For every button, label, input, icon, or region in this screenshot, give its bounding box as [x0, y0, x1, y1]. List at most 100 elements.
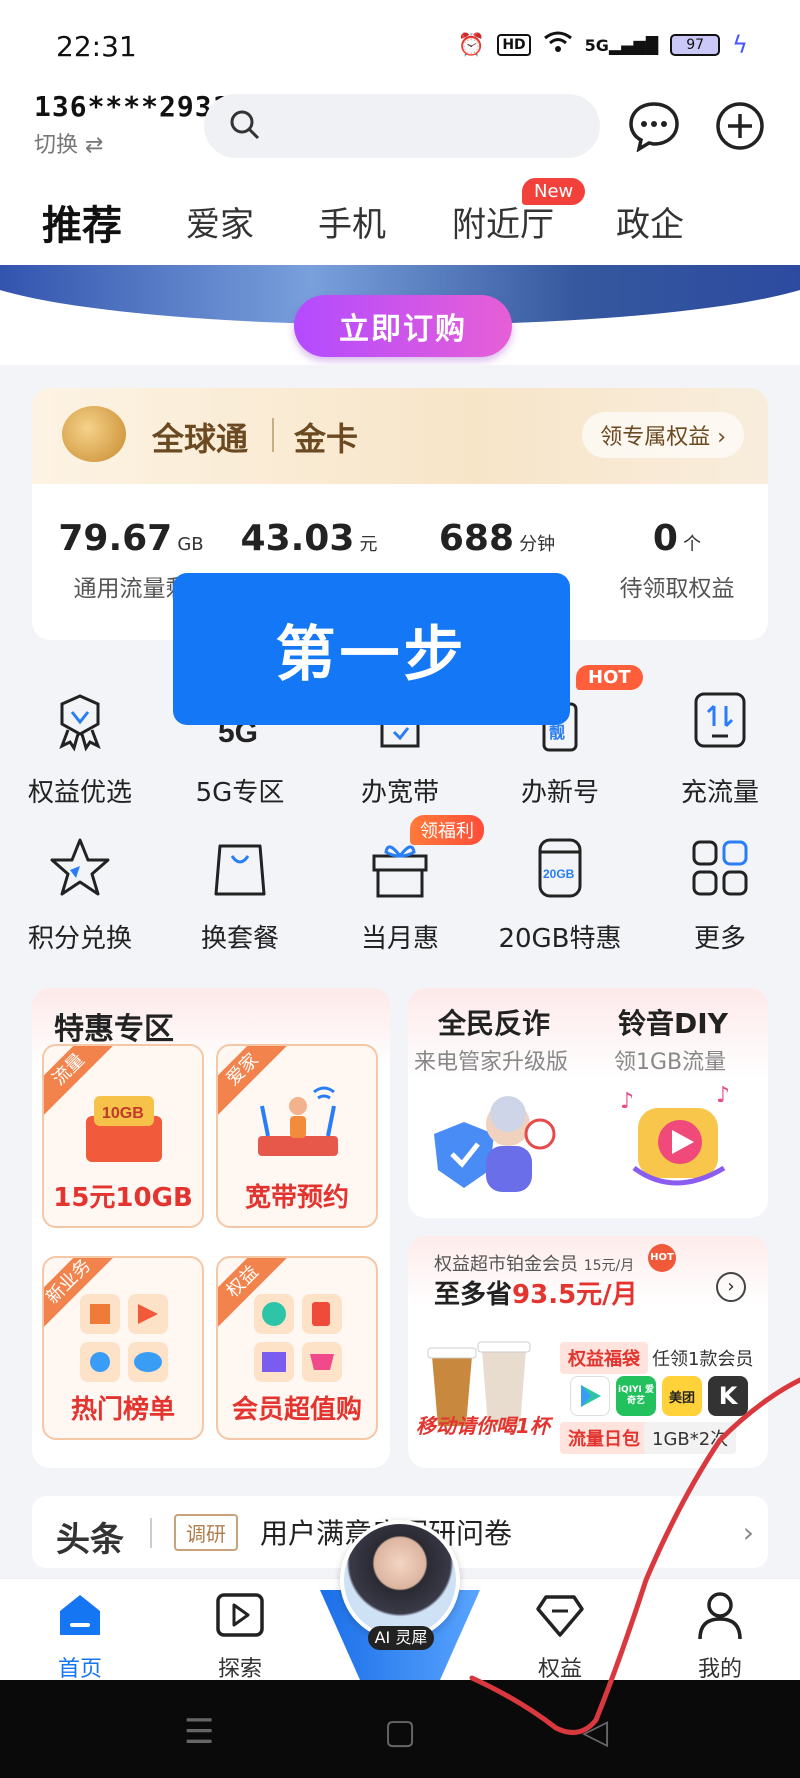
grid-item-label: 办新号 [520, 778, 599, 808]
new-badge: New [522, 178, 586, 205]
grid-item-label: 充流量 [680, 778, 759, 808]
promo-banner[interactable]: 立即订购 [0, 265, 800, 365]
svg-text:靓: 靓 [549, 723, 565, 742]
stat-unit: GB [177, 534, 204, 555]
menu-icon[interactable]: ☰ [184, 1712, 214, 1752]
membership-savings: 至多省93.5元/月 [434, 1280, 638, 1310]
service-grid-icon [254, 1294, 342, 1382]
account-switcher[interactable]: 136****2931 切换 ⇄ [34, 90, 230, 159]
nav-explore[interactable]: 探索 [180, 1589, 300, 1683]
buy-now-button[interactable]: 立即订购 [294, 295, 512, 357]
nav-home[interactable]: 首页 [20, 1589, 140, 1683]
star-icon [50, 838, 110, 896]
benefit-badge: 领福利 [410, 815, 484, 845]
membership-market-card[interactable]: 权益超市铂金会员 15元/月 至多省93.5元/月 HOT › 移动请你喝1杯 … [408, 1236, 768, 1468]
tile-label: 15元10GB [53, 1183, 193, 1213]
play-app-icon [570, 1376, 610, 1416]
step-overlay: 第一步 [173, 573, 570, 725]
20gb-can-icon: 20GB [538, 838, 582, 898]
arrow-right-icon[interactable]: › [716, 1272, 746, 1302]
user-icon [698, 1592, 742, 1640]
grid-item-perks[interactable]: 权益优选 [0, 690, 160, 809]
status-time: 22:31 [56, 30, 137, 63]
alarm-icon: ⏰ [457, 32, 486, 58]
signal-icon: 5G▂▄▆█ [584, 35, 659, 55]
nav-me[interactable]: 我的 [660, 1589, 780, 1683]
account-number: 136****2931 [34, 90, 231, 123]
perk-bag-text: 任领1款会员 [652, 1349, 754, 1370]
stat-value: 79.67 [58, 518, 173, 559]
gift-icon [372, 845, 428, 898]
offer-tile-data[interactable]: 流量 10GB 15元10GB [42, 1044, 204, 1228]
app-grid-icon [80, 1294, 168, 1382]
hot-badge: HOT [576, 665, 643, 690]
membership-caption: 权益超市铂金会员 15元/月 [434, 1254, 635, 1275]
ringtone-illustration-icon: ♪ ♪ [620, 1083, 730, 1186]
system-nav-bar: ☰ ▢ ◁ [0, 1680, 800, 1778]
grid-item-label: 20GB特惠 [498, 924, 622, 954]
grid-item-monthly-deal[interactable]: 当月惠 [320, 836, 480, 955]
grid-item-label: 5G专区 [195, 778, 285, 808]
add-icon[interactable] [714, 100, 766, 152]
offer-tile-membership[interactable]: 权益 会员超值购 [216, 1256, 378, 1440]
diamond-icon [536, 1595, 584, 1637]
ai-assistant-button[interactable]: AI 灵犀 [340, 1520, 460, 1650]
claim-perks-button[interactable]: 领专属权益 › [582, 412, 744, 458]
app-header: 136****2931 切换 ⇄ [0, 90, 800, 175]
grid-item-20gb-deal[interactable]: 20GB 20GB特惠 [480, 836, 640, 955]
k-app-icon: K [708, 1376, 748, 1416]
perk-bag-chip: 权益福袋 [560, 1342, 648, 1374]
back-triangle-icon[interactable]: ◁ [582, 1712, 608, 1752]
anti-fraud-title[interactable]: 全民反诈 [438, 1002, 550, 1042]
router-person-icon [258, 1086, 338, 1156]
ai-assistant-label: AI 灵犀 [368, 1626, 434, 1650]
charging-icon: ϟ [732, 31, 748, 59]
search-icon [230, 110, 260, 140]
search-input[interactable] [204, 94, 600, 158]
minutes-stat[interactable]: 688 分钟 [412, 518, 582, 569]
nav-perks[interactable]: 权益 [500, 1589, 620, 1683]
tab-home[interactable]: 爱家 [186, 197, 254, 246]
offer-tile-rankings[interactable]: 新业务 热门榜单 [42, 1256, 204, 1440]
ringtone-title[interactable]: 铃音DIY [618, 1002, 728, 1042]
stat-value: 43.03 [240, 518, 355, 559]
grid-item-label: 权益优选 [27, 778, 132, 808]
data-recharge-icon [694, 692, 746, 748]
grid-item-points[interactable]: 积分兑换 [0, 836, 160, 955]
category-tabs: 推荐 爱家 手机 附近厅 政企 [0, 175, 800, 265]
gift-box-icon: 10GB [86, 1096, 162, 1162]
offer-tile-broadband[interactable]: 爱家 宽带预约 [216, 1044, 378, 1228]
status-bar: 22:31 ⏰ HD 5G▂▄▆█ 97 ϟ [0, 0, 800, 90]
special-offers-title: 特惠专区 [54, 1012, 174, 1047]
grid-item-change-plan[interactable]: 换套餐 [160, 836, 320, 955]
tab-recommend[interactable]: 推荐 [42, 193, 122, 251]
pending-perks-stat[interactable]: 0 个 待领取权益 [592, 518, 762, 603]
nav-label: 权益 [537, 1657, 582, 1682]
tab-phone[interactable]: 手机 [318, 197, 386, 246]
grid-item-label: 换套餐 [200, 924, 279, 954]
message-icon[interactable] [628, 100, 680, 152]
nav-label: 探索 [217, 1657, 262, 1682]
stat-unit: 分钟 [519, 534, 556, 555]
balance-stat[interactable]: 43.03 元 [224, 518, 394, 569]
svg-text:♪: ♪ [716, 1083, 730, 1108]
home-icon [60, 1595, 100, 1635]
ringtone-subtitle: 领1GB流量 [614, 1050, 727, 1075]
grid-item-data-recharge[interactable]: 充流量 [640, 690, 800, 809]
hot-flame-icon: HOT [648, 1244, 676, 1272]
hd-icon: HD [497, 34, 531, 56]
drink-promo-text: 移动请你喝1杯 [416, 1414, 550, 1438]
grid-item-more[interactable]: 更多 [640, 836, 800, 955]
promo-right-top: 全民反诈 来电管家升级版 铃音DIY 领1GB流量 ♪ ♪ [408, 988, 768, 1218]
membership-brand: 全球通 [152, 420, 249, 458]
home-square-icon[interactable]: ▢ [384, 1712, 416, 1752]
grid-more-icon [692, 840, 748, 896]
ai-avatar [340, 1520, 460, 1640]
anti-fraud-subtitle: 来电管家升级版 [414, 1050, 569, 1075]
anti-fraud-illustration-icon [434, 1096, 556, 1192]
data-daily-chip: 流量日包 [560, 1422, 648, 1454]
stat-unit: 个 [683, 534, 702, 555]
switch-account-label: 切换 ⇄ [34, 133, 104, 158]
divider [272, 418, 274, 452]
tab-enterprise[interactable]: 政企 [616, 197, 684, 246]
